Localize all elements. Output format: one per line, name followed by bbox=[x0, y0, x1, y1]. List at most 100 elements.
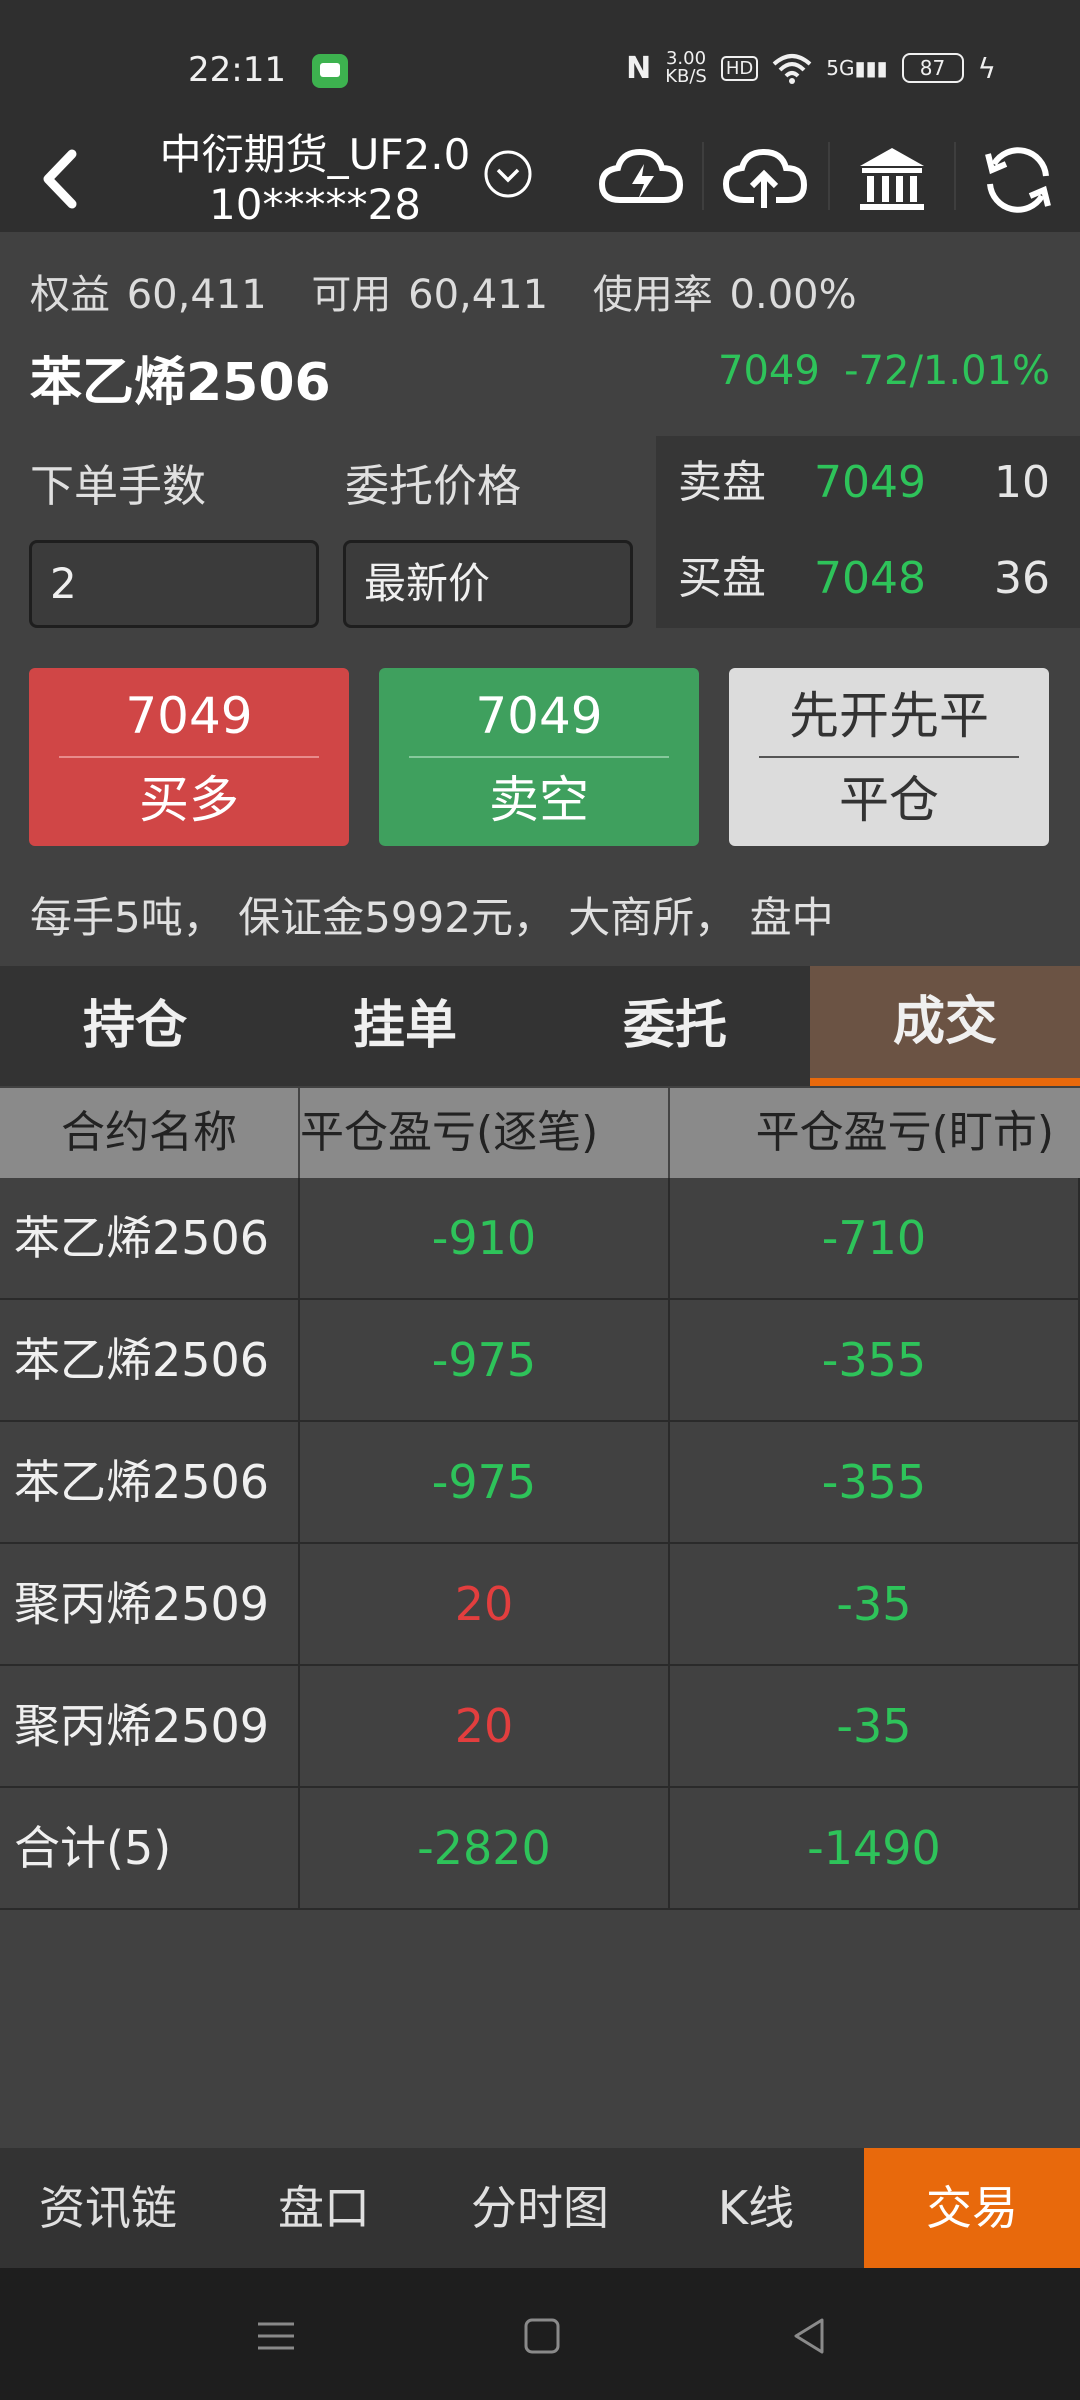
total-pnl-mtm-cell: -1490 bbox=[670, 1788, 1080, 1908]
header-divider bbox=[954, 142, 956, 210]
ask-label: 卖盘 bbox=[678, 457, 766, 508]
cloud-upload-icon[interactable] bbox=[716, 130, 816, 230]
contract-cell: 苯乙烯2506 bbox=[0, 1300, 300, 1420]
app-header: 中衍期货_UF2.0 10*****28 bbox=[0, 130, 1080, 232]
pnl-trade-cell: -910 bbox=[300, 1178, 670, 1298]
system-nav-bar bbox=[0, 2268, 1080, 2400]
column-header: 合约名称 bbox=[0, 1088, 300, 1178]
header-divider bbox=[702, 142, 704, 210]
contract-cell: 苯乙烯2506 bbox=[0, 1422, 300, 1542]
contract-name[interactable]: 苯乙烯2506 bbox=[30, 340, 331, 415]
orderbook: 卖盘 7049 10 买盘 7048 36 bbox=[656, 436, 1080, 628]
battery-icon: 87 bbox=[901, 53, 964, 83]
bank-icon[interactable] bbox=[842, 130, 942, 230]
tab-trades[interactable]: 成交 bbox=[810, 966, 1080, 1086]
column-header: 平仓盈亏(逐笔) bbox=[300, 1088, 670, 1178]
bid-label: 买盘 bbox=[678, 553, 766, 604]
account-summary: 权益 60,411 可用 60,411 使用率 0.00% bbox=[30, 262, 885, 320]
pnl-trade-cell: -975 bbox=[300, 1300, 670, 1420]
tab-positions[interactable]: 持仓 bbox=[0, 966, 270, 1086]
message-notification-icon bbox=[312, 54, 348, 88]
table-row[interactable]: 苯乙烯2506 -975 -355 bbox=[0, 1300, 1080, 1422]
pnl-trade-cell: -975 bbox=[300, 1422, 670, 1542]
nav-order-book[interactable]: 盘口 bbox=[216, 2148, 432, 2268]
table-row[interactable]: 苯乙烯2506 -910 -710 bbox=[0, 1178, 1080, 1300]
total-pnl-trade-cell: -2820 bbox=[300, 1788, 670, 1908]
ask-volume: 10 bbox=[994, 457, 1050, 508]
record-tabs: 持仓 挂单 委托 成交 bbox=[0, 966, 1080, 1086]
pnl-mtm-cell: -35 bbox=[670, 1544, 1080, 1664]
buy-long-button[interactable]: 7049 买多 bbox=[29, 668, 349, 846]
table-row[interactable]: 聚丙烯2509 20 -35 bbox=[0, 1544, 1080, 1666]
equity: 权益 60,411 bbox=[30, 272, 267, 318]
status-time: 22:11 bbox=[188, 50, 286, 90]
contract-info: 每手5吨， 保证金5992元， 大商所， 盘中 bbox=[30, 893, 834, 942]
sell-price: 7049 bbox=[475, 687, 603, 745]
header-divider bbox=[828, 142, 830, 210]
net-speed: 3.00 KB/S bbox=[665, 50, 707, 86]
wifi-icon bbox=[772, 54, 812, 84]
qty-label: 下单手数 bbox=[30, 461, 206, 512]
account-title-line1: 中衍期货_UF2.0 bbox=[159, 130, 471, 179]
total-label-cell: 合计(5) bbox=[0, 1788, 300, 1908]
status-bar: 22:11 N 3.00 KB/S HD 5G▮▮▮ 87 ϟ bbox=[0, 0, 1080, 130]
buy-price: 7049 bbox=[125, 687, 253, 745]
account-title-line2: 10*****28 bbox=[209, 180, 421, 229]
close-position-button[interactable]: 先开先平 平仓 bbox=[729, 668, 1049, 846]
available-funds: 可用 60,411 bbox=[311, 272, 549, 318]
pnl-mtm-cell: -35 bbox=[670, 1666, 1080, 1786]
charging-icon: ϟ bbox=[977, 51, 996, 85]
nav-intraday-chart[interactable]: 分时图 bbox=[432, 2148, 648, 2268]
buy-label: 买多 bbox=[139, 771, 239, 829]
bid-volume: 36 bbox=[994, 553, 1050, 604]
back-icon[interactable] bbox=[22, 134, 102, 224]
table-row[interactable]: 聚丙烯2509 20 -35 bbox=[0, 1666, 1080, 1788]
pnl-mtm-cell: -355 bbox=[670, 1300, 1080, 1420]
nav-trade[interactable]: 交易 bbox=[864, 2148, 1080, 2268]
table-header: 合约名称 平仓盈亏(逐笔) 平仓盈亏(盯市) bbox=[0, 1088, 1080, 1178]
column-header: 平仓盈亏(盯市) bbox=[755, 1107, 1054, 1158]
pnl-mtm-cell: -355 bbox=[670, 1422, 1080, 1542]
nfc-icon: N bbox=[626, 50, 652, 86]
tab-orders[interactable]: 委托 bbox=[540, 966, 810, 1086]
bid-row[interactable]: 买盘 7048 36 bbox=[678, 544, 1050, 614]
close-label: 平仓 bbox=[839, 771, 939, 829]
price-type-select[interactable]: 最新价 bbox=[343, 540, 633, 628]
contract-cell: 苯乙烯2506 bbox=[0, 1178, 300, 1298]
pnl-trade-cell: 20 bbox=[300, 1666, 670, 1786]
trades-table: 合约名称 平仓盈亏(逐笔) 平仓盈亏(盯市) 苯乙烯2506 -910 -710… bbox=[0, 1088, 1080, 1910]
usage-rate: 使用率 0.00% bbox=[592, 272, 857, 318]
close-mode: 先开先平 bbox=[789, 687, 989, 745]
pnl-mtm-cell: -710 bbox=[670, 1178, 1080, 1298]
bid-price: 7048 bbox=[814, 553, 926, 604]
qty-input[interactable]: 2 bbox=[29, 540, 319, 628]
account-title[interactable]: 中衍期货_UF2.0 10*****28 bbox=[130, 130, 500, 230]
contract-cell: 聚丙烯2509 bbox=[0, 1544, 300, 1664]
chevron-down-icon[interactable] bbox=[480, 146, 536, 202]
signal-label: 5G bbox=[826, 56, 855, 80]
pnl-trade-cell: 20 bbox=[300, 1544, 670, 1664]
hd-badge: HD bbox=[720, 55, 759, 81]
home-icon[interactable] bbox=[512, 2308, 572, 2364]
back-nav-icon[interactable] bbox=[780, 2308, 840, 2364]
refresh-icon[interactable] bbox=[968, 130, 1068, 230]
table-total-row: 合计(5) -2820 -1490 bbox=[0, 1788, 1080, 1910]
table-row[interactable]: 苯乙烯2506 -975 -355 bbox=[0, 1422, 1080, 1544]
cloud-quick-icon[interactable] bbox=[592, 130, 692, 230]
contract-last-price: 7049 bbox=[718, 348, 820, 394]
signal-icon: 5G▮▮▮ bbox=[826, 56, 888, 80]
ask-row[interactable]: 卖盘 7049 10 bbox=[678, 448, 1050, 518]
ask-price: 7049 bbox=[814, 457, 926, 508]
nav-news-chain[interactable]: 资讯链 bbox=[0, 2148, 216, 2268]
contract-cell: 聚丙烯2509 bbox=[0, 1666, 300, 1786]
net-speed-unit: KB/S bbox=[665, 66, 707, 87]
sell-label: 卖空 bbox=[489, 771, 589, 829]
status-indicators: N 3.00 KB/S HD 5G▮▮▮ 87 ϟ bbox=[626, 50, 996, 86]
price-label: 委托价格 bbox=[345, 461, 521, 512]
tab-pending-orders[interactable]: 挂单 bbox=[270, 966, 540, 1086]
menu-icon[interactable] bbox=[246, 2308, 306, 2364]
bottom-nav: 资讯链 盘口 分时图 K线 交易 bbox=[0, 2148, 1080, 2268]
sell-short-button[interactable]: 7049 卖空 bbox=[379, 668, 699, 846]
contract-change: -72/1.01% bbox=[844, 348, 1050, 394]
nav-kline[interactable]: K线 bbox=[648, 2148, 864, 2268]
